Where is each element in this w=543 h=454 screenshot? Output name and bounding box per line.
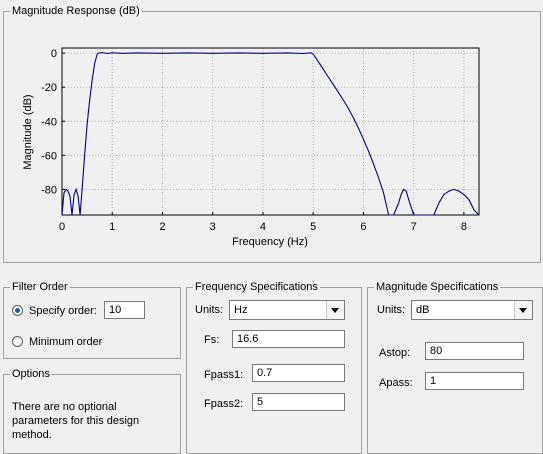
freq-units-value: Hz	[234, 304, 248, 316]
fs-label: Fs:	[204, 334, 220, 346]
minimum-order-radio[interactable]	[12, 336, 23, 347]
x-tick-label: 7	[411, 221, 417, 233]
plot-area	[61, 47, 480, 216]
y-tick-label: -40	[41, 116, 57, 128]
minimum-order-label[interactable]: Minimum order	[29, 335, 102, 349]
astop-label: Astop:	[379, 347, 411, 359]
plot-ticks: 0 1 2 3 4 5 6 7 8 0 -20 -40 -60 -80	[41, 48, 467, 233]
options-message: There are no optional parameters for thi…	[12, 401, 140, 441]
fpass2-input[interactable]	[252, 393, 345, 411]
x-tick-label: 8	[461, 221, 467, 233]
fpass2-label: Fpass2:	[204, 398, 244, 410]
fs-input[interactable]	[232, 330, 345, 348]
chevron-down-icon[interactable]	[326, 301, 344, 319]
freq-units-dropdown[interactable]: Hz	[229, 300, 345, 320]
y-tick-label: -80	[41, 184, 57, 196]
magnitude-response-plot[interactable]: 0 1 2 3 4 5 6 7 8 0 -20 -40 -60 -80 Frequency (Hz) Ma…	[0, 0, 543, 260]
mag-units-label: Units:	[377, 304, 406, 316]
x-tick-label: 0	[59, 221, 65, 233]
freq-units-label: Units:	[195, 304, 224, 316]
order-input[interactable]	[104, 301, 145, 319]
magnitude-specifications-title: Magnitude Specifications	[374, 281, 501, 294]
apass-label: Apass:	[379, 377, 413, 389]
specify-order-label[interactable]: Specify order:	[29, 304, 97, 318]
x-tick-label: 2	[159, 221, 165, 233]
y-axis-label: Magnitude (dB)	[22, 94, 34, 169]
y-tick-label: -60	[41, 150, 57, 162]
filter-order-title: Filter Order	[10, 281, 70, 294]
x-tick-label: 5	[310, 221, 316, 233]
y-tick-label: -20	[41, 82, 57, 94]
y-tick-label: 0	[51, 48, 57, 60]
x-tick-label: 4	[260, 221, 266, 233]
astop-input[interactable]	[425, 342, 524, 360]
mag-units-dropdown[interactable]: dB	[411, 300, 533, 320]
plot-grid	[61, 48, 479, 215]
x-tick-label: 3	[210, 221, 216, 233]
apass-input[interactable]	[425, 372, 524, 390]
frequency-specifications-title: Frequency Specifications	[193, 281, 320, 294]
mag-units-value: dB	[416, 304, 430, 316]
options-title: Options	[10, 368, 52, 381]
x-axis-label: Frequency (Hz)	[232, 236, 308, 248]
specify-order-radio[interactable]	[12, 305, 23, 316]
x-tick-label: 1	[109, 221, 115, 233]
x-tick-label: 6	[360, 221, 366, 233]
fpass1-label: Fpass1:	[204, 369, 244, 381]
chevron-down-icon[interactable]	[514, 301, 532, 319]
fpass1-input[interactable]	[252, 364, 345, 382]
magnitude-curve	[61, 52, 480, 216]
